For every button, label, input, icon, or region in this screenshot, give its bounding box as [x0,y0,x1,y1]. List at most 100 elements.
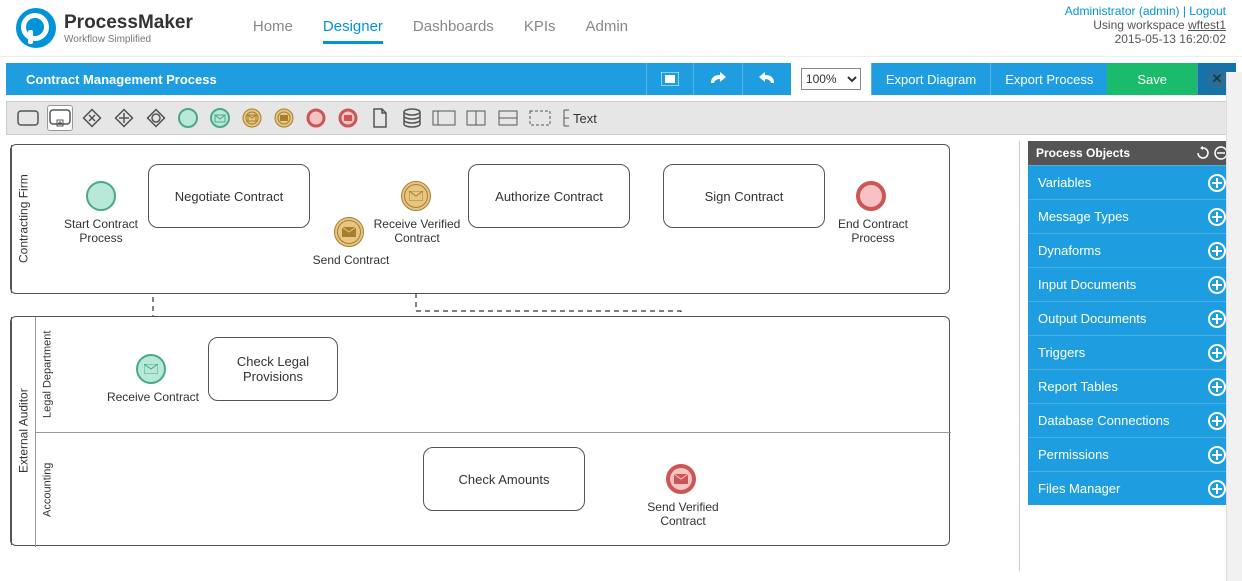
zoom-select-wrap: 100% [791,63,871,95]
main-nav: Home Designer Dashboards KPIs Admin [253,12,628,44]
logo[interactable]: ProcessMaker Workflow Simplified [16,8,193,48]
plus-icon [1208,446,1226,464]
plus-icon [1208,480,1226,498]
fullscreen-button[interactable] [646,63,693,95]
end-event-label: End Contract Process [818,217,928,245]
plus-icon [1208,310,1226,328]
rpanel-db-connections[interactable]: Database Connections [1028,403,1236,437]
zoom-select[interactable]: 100% [801,68,861,90]
tool-end-message[interactable] [335,105,361,131]
brand-subtitle: Workflow Simplified [64,34,193,45]
nav-kpis[interactable]: KPIs [524,12,556,44]
event-receive-verified[interactable] [401,181,431,211]
task-negotiate[interactable]: Negotiate Contract [148,164,310,228]
process-titlebar: Contract Management Process 100% Export … [6,63,1236,95]
start-event-label: Start Contract Process [46,217,156,245]
tool-intermediate-throw[interactable] [271,105,297,131]
tool-task[interactable] [15,105,41,131]
receive-contract-label: Receive Contract [98,390,208,404]
event-receive-contract[interactable] [136,354,166,384]
logout-link[interactable]: Logout [1189,4,1226,18]
plus-icon [1208,378,1226,396]
rpanel-input-documents[interactable]: Input Documents [1028,267,1236,301]
rpanel-dynaforms[interactable]: Dynaforms [1028,233,1236,267]
tool-start-event[interactable] [175,105,201,131]
tool-start-message[interactable] [207,105,233,131]
task-sign[interactable]: Sign Contract [663,164,825,228]
main-area: Contracting Firm Start Contract Process … [0,141,1242,571]
task-check-legal[interactable]: Check Legal Provisions [208,337,338,401]
envelope-icon [342,227,356,237]
tool-lane-v[interactable] [463,105,489,131]
redo-button[interactable] [693,63,742,95]
tool-subprocess[interactable] [47,105,73,131]
nav-designer[interactable]: Designer [323,12,383,44]
rpanel-permissions[interactable]: Permissions [1028,437,1236,471]
tool-lane-h[interactable] [495,105,521,131]
rpanel-message-types[interactable]: Message Types [1028,199,1236,233]
panel-header: Process Objects [1028,141,1236,165]
event-send-contract[interactable] [334,217,364,247]
bpmn-canvas[interactable]: Contracting Firm Start Contract Process … [6,141,1020,571]
tool-text[interactable]: Text [559,105,601,131]
fullscreen-icon [661,72,679,86]
user-info: Administrator (admin) | Logout Using wor… [1065,4,1226,46]
refresh-icon[interactable] [1196,146,1210,160]
send-contract-label: Send Contract [296,253,406,267]
plus-icon [1208,412,1226,430]
tool-group[interactable] [527,105,553,131]
redo-icon [708,71,728,87]
scrollbar[interactable] [1226,72,1242,581]
tool-gateway-exclusive[interactable] [79,105,105,131]
tool-gateway-inclusive[interactable] [143,105,169,131]
tool-document[interactable] [367,105,393,131]
bpmn-toolbox: Text [6,101,1236,135]
send-verified-label: Send Verified Contract [628,500,738,528]
process-objects-panel: Process Objects Variables Message Types … [1028,141,1236,571]
pool-label-1: Contracting Firm [11,145,35,293]
pool-external-auditor[interactable]: External Auditor Legal Department Accoun… [10,316,950,546]
user-link[interactable]: Administrator (admin) [1065,4,1180,18]
tool-datastore[interactable] [399,105,425,131]
app-header: ProcessMaker Workflow Simplified Home De… [0,0,1242,57]
plus-icon [1208,242,1226,260]
end-event[interactable] [856,181,886,211]
rpanel-variables[interactable]: Variables [1028,165,1236,199]
task-authorize[interactable]: Authorize Contract [468,164,630,228]
tool-gateway-parallel[interactable] [111,105,137,131]
envelope-icon [409,191,423,201]
lane-legal: Legal Department [35,317,59,432]
export-diagram-button[interactable]: Export Diagram [871,63,990,95]
timestamp: 2015-05-13 16:20:02 [1065,32,1226,46]
tool-end-event[interactable] [303,105,329,131]
rpanel-output-documents[interactable]: Output Documents [1028,301,1236,335]
envelope-icon [674,474,688,484]
plus-icon [1208,344,1226,362]
start-event[interactable] [86,181,116,211]
lane-accounting: Accounting [35,432,59,547]
process-name: Contract Management Process [26,72,217,87]
tool-pool[interactable] [431,105,457,131]
rpanel-triggers[interactable]: Triggers [1028,335,1236,369]
plus-icon [1208,276,1226,294]
nav-dashboards[interactable]: Dashboards [413,12,494,44]
brand-title: ProcessMaker [64,12,193,34]
pool-label-2: External Auditor [11,317,35,545]
plus-icon [1208,208,1226,226]
logo-icon [16,8,56,48]
task-check-amounts[interactable]: Check Amounts [423,447,585,511]
event-send-verified[interactable] [666,464,696,494]
rpanel-files-manager[interactable]: Files Manager [1028,471,1236,505]
nav-admin[interactable]: Admin [586,12,629,44]
close-icon: ✕ [1208,70,1226,88]
undo-button[interactable] [742,63,791,95]
tool-intermediate-catch[interactable] [239,105,265,131]
nav-home[interactable]: Home [253,12,293,44]
envelope-icon [144,364,158,374]
plus-icon [1208,174,1226,192]
workspace-name[interactable]: wftest1 [1188,18,1226,32]
save-button[interactable]: Save [1107,63,1197,95]
export-process-button[interactable]: Export Process [990,63,1107,95]
receive-verified-label: Receive Verified Contract [362,217,472,245]
rpanel-report-tables[interactable]: Report Tables [1028,369,1236,403]
